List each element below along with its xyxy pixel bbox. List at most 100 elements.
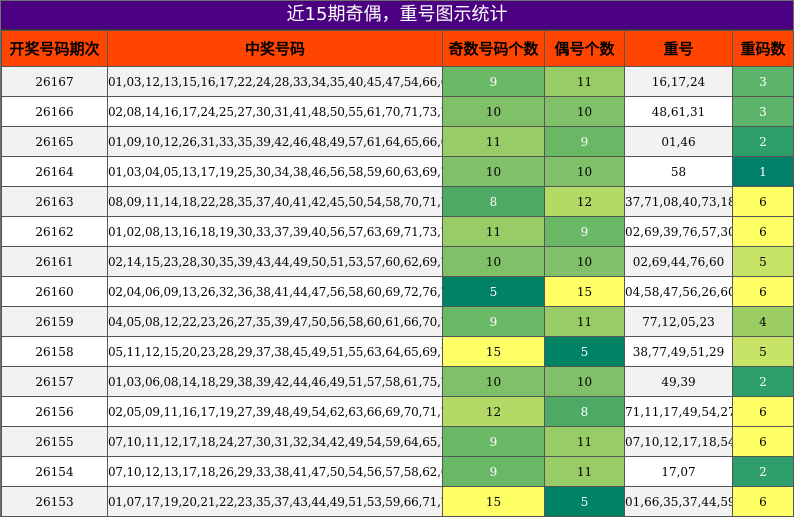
cell-odd-count: 11 [442,216,545,247]
cell-period: 26158 [1,336,108,367]
cell-numbers: 01,07,17,19,20,21,22,23,35,37,43,44,49,5… [107,486,443,517]
cell-period: 26165 [1,126,108,157]
table-row: 26158 05,11,12,15,20,23,28,29,37,38,45,49… [1,336,794,367]
cell-repeat-count: 5 [732,336,794,367]
cell-numbers: 02,04,06,09,13,26,32,36,38,41,44,47,56,5… [107,276,443,307]
cell-even-count: 11 [544,456,625,487]
cell-period: 26163 [1,186,108,217]
cell-odd-count: 10 [442,246,545,277]
cell-even-count: 11 [544,306,625,337]
table-row: 26167 01,03,12,13,15,16,17,22,24,28,33,34… [1,66,794,97]
cell-even-count: 11 [544,426,625,457]
table-row: 26165 01,09,10,12,26,31,33,35,39,42,46,48… [1,126,794,157]
cell-period: 26161 [1,246,108,277]
cell-even-count: 10 [544,96,625,127]
cell-odd-count: 15 [442,486,545,517]
cell-odd-count: 10 [442,156,545,187]
cell-numbers: 05,11,12,15,20,23,28,29,37,38,45,49,51,5… [107,336,443,367]
cell-even-count: 12 [544,186,625,217]
cell-period: 26160 [1,276,108,307]
cell-period: 26164 [1,156,108,187]
cell-numbers: 07,10,12,13,17,18,26,29,33,38,41,47,50,5… [107,456,443,487]
cell-odd-count: 9 [442,306,545,337]
header-numbers: 中奖号码 [107,30,443,67]
cell-even-count: 9 [544,216,625,247]
cell-repeat-count: 1 [732,156,794,187]
table-row: 26164 01,03,04,05,13,17,19,25,30,34,38,46… [1,156,794,187]
cell-period: 26166 [1,96,108,127]
cell-numbers: 01,09,10,12,26,31,33,35,39,42,46,48,49,5… [107,126,443,157]
cell-even-count: 11 [544,66,625,97]
cell-repeat: 01,66,35,37,44,59 [624,486,733,517]
cell-repeat: 49,39 [624,366,733,397]
cell-repeat-count: 2 [732,126,794,157]
cell-repeat-count: 6 [732,396,794,427]
table-row: 26156 02,05,09,11,16,17,19,27,39,48,49,54… [1,396,794,427]
cell-odd-count: 10 [442,96,545,127]
cell-odd-count: 15 [442,336,545,367]
cell-numbers: 01,03,06,08,14,18,29,38,39,42,44,46,49,5… [107,366,443,397]
cell-repeat-count: 6 [732,486,794,517]
cell-odd-count: 10 [442,366,545,397]
table-row: 26162 01,02,08,13,16,18,19,30,33,37,39,40… [1,216,794,247]
cell-repeat: 48,61,31 [624,96,733,127]
cell-repeat: 04,58,47,56,26,60 [624,276,733,307]
header-row: 开奖号码期次 中奖号码 奇数号码个数 偶号个数 重号 重码数 [1,30,794,67]
cell-even-count: 9 [544,126,625,157]
cell-even-count: 10 [544,156,625,187]
cell-period: 26155 [1,426,108,457]
cell-odd-count: 8 [442,186,545,217]
cell-numbers: 07,10,11,12,17,18,24,27,30,31,32,34,42,4… [107,426,443,457]
cell-repeat-count: 6 [732,186,794,217]
table-row: 26157 01,03,06,08,14,18,29,38,39,42,44,46… [1,366,794,397]
cell-odd-count: 5 [442,276,545,307]
cell-repeat-count: 3 [732,96,794,127]
cell-period: 26153 [1,486,108,517]
cell-numbers: 02,05,09,11,16,17,19,27,39,48,49,54,62,6… [107,396,443,427]
cell-repeat-count: 6 [732,426,794,457]
cell-repeat: 37,71,08,40,73,18 [624,186,733,217]
cell-period: 26162 [1,216,108,247]
cell-repeat: 38,77,49,51,29 [624,336,733,367]
cell-repeat: 02,69,44,76,60 [624,246,733,277]
table-row: 26155 07,10,11,12,17,18,24,27,30,31,32,34… [1,426,794,457]
header-period: 开奖号码期次 [1,30,108,67]
cell-repeat-count: 4 [732,306,794,337]
cell-numbers: 01,03,04,05,13,17,19,25,30,34,38,46,56,5… [107,156,443,187]
cell-repeat-count: 2 [732,366,794,397]
cell-period: 26159 [1,306,108,337]
cell-period: 26167 [1,66,108,97]
cell-period: 26154 [1,456,108,487]
cell-repeat: 71,11,17,49,54,27 [624,396,733,427]
table-row: 26163 08,09,11,14,18,22,28,35,37,40,41,42… [1,186,794,217]
cell-repeat-count: 5 [732,246,794,277]
cell-repeat-count: 2 [732,456,794,487]
header-odd-count: 奇数号码个数 [442,30,545,67]
cell-repeat: 58 [624,156,733,187]
table-row: 26160 02,04,06,09,13,26,32,36,38,41,44,47… [1,276,794,307]
cell-repeat: 07,10,12,17,18,54 [624,426,733,457]
cell-repeat-count: 6 [732,216,794,247]
header-even-count: 偶号个数 [544,30,625,67]
cell-even-count: 8 [544,396,625,427]
cell-even-count: 5 [544,486,625,517]
cell-repeat: 01,46 [624,126,733,157]
header-repeat-count: 重码数 [732,30,794,67]
cell-even-count: 5 [544,336,625,367]
stats-sheet: 近15期奇偶，重号图示统计 开奖号码期次 中奖号码 奇数号码个数 偶号个数 重号… [0,0,794,517]
cell-repeat: 17,07 [624,456,733,487]
cell-even-count: 10 [544,246,625,277]
cell-repeat: 02,69,39,76,57,30 [624,216,733,247]
cell-numbers: 02,08,14,16,17,24,25,27,30,31,41,48,50,5… [107,96,443,127]
cell-repeat: 16,17,24 [624,66,733,97]
table-row: 26166 02,08,14,16,17,24,25,27,30,31,41,48… [1,96,794,127]
cell-odd-count: 9 [442,426,545,457]
table-row: 26161 02,14,15,23,28,30,35,39,43,44,49,50… [1,246,794,277]
cell-odd-count: 11 [442,126,545,157]
cell-odd-count: 9 [442,456,545,487]
cell-numbers: 04,05,08,12,22,23,26,27,35,39,47,50,56,5… [107,306,443,337]
table-row: 26154 07,10,12,13,17,18,26,29,33,38,41,47… [1,456,794,487]
cell-repeat: 77,12,05,23 [624,306,733,337]
stats-table: 开奖号码期次 中奖号码 奇数号码个数 偶号个数 重号 重码数 26167 01,0… [1,30,794,517]
table-row: 26153 01,07,17,19,20,21,22,23,35,37,43,44… [1,486,794,517]
